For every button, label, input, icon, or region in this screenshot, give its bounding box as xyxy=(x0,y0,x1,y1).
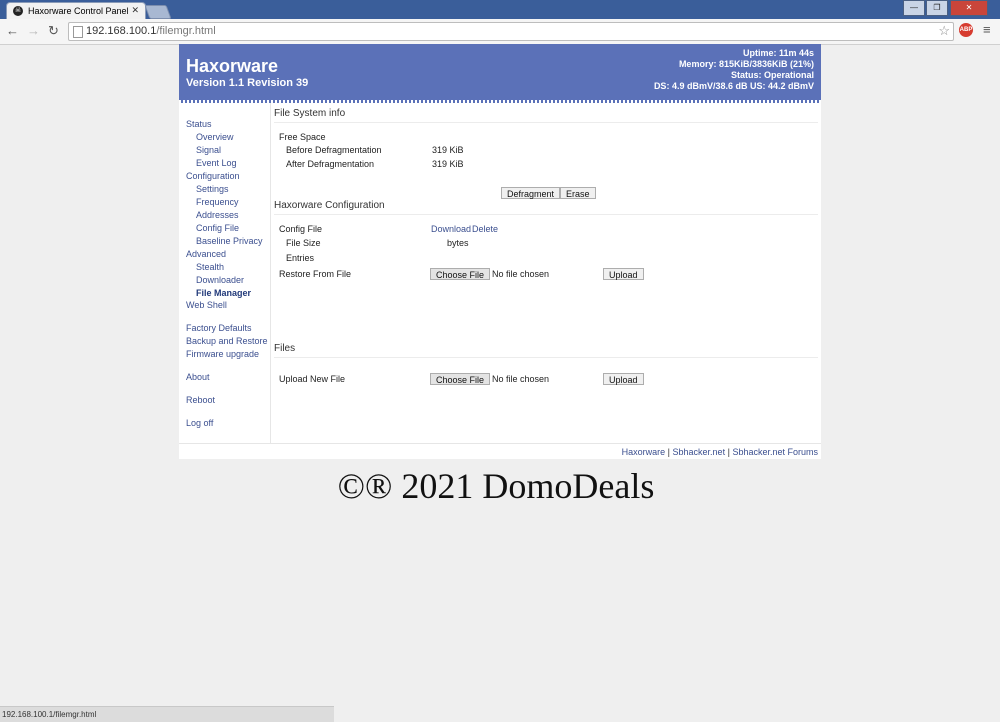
upload-choose-file-button[interactable]: Choose File xyxy=(430,373,491,385)
status-text: Status: Operational xyxy=(730,70,814,80)
file-size-unit: bytes xyxy=(447,238,469,248)
minimize-icon[interactable]: — xyxy=(903,0,925,16)
browser-tab[interactable]: ☠ Haxorware Control Panel ✕ xyxy=(6,2,146,20)
before-defrag-value: 319 KiB xyxy=(432,145,464,155)
haxorware-favicon-icon: ☠ xyxy=(13,6,23,16)
defragment-button[interactable]: Defragment xyxy=(501,187,561,199)
signal-text: DS: 4.9 dBmV/38.6 dB US: 44.2 dBmV xyxy=(653,81,814,91)
sidebar-item-config-file[interactable]: Config File xyxy=(196,223,239,233)
status-bar-url: 192.168.100.1/filemgr.html xyxy=(0,706,334,722)
restore-no-file-text: No file chosen xyxy=(492,269,550,279)
after-defrag-value: 319 KiB xyxy=(432,159,464,169)
sidebar-item-configuration[interactable]: Configuration xyxy=(186,171,240,181)
back-arrow-icon[interactable]: ← xyxy=(6,24,19,38)
free-space-label: Free Space xyxy=(279,132,326,142)
reload-icon[interactable]: ↻ xyxy=(48,24,59,38)
section-divider xyxy=(274,214,818,215)
footer-separator: | xyxy=(727,447,730,457)
sidebar-item-signal[interactable]: Signal xyxy=(196,145,221,155)
window-titlebar: ☠ Haxorware Control Panel ✕ — ❐ ✕ xyxy=(0,0,1000,20)
page-footer: Haxorware | Sbhacker.net | Sbhacker.net … xyxy=(179,443,821,460)
sidebar-item-event-log[interactable]: Event Log xyxy=(196,158,237,168)
bookmark-star-icon[interactable]: ☆ xyxy=(938,23,950,39)
entries-label: Entries xyxy=(286,253,315,263)
sidebar-item-file-manager[interactable]: File Manager xyxy=(196,288,251,298)
upload-no-file-text: No file chosen xyxy=(492,374,550,384)
watermark-text: ©® 2021 DomoDeals xyxy=(337,466,655,506)
sidebar-item-log-off[interactable]: Log off xyxy=(186,418,213,428)
section-divider xyxy=(274,357,818,358)
tab-close-icon[interactable]: ✕ xyxy=(131,5,139,16)
sidebar-item-advanced[interactable]: Advanced xyxy=(186,249,226,259)
footer-links: Haxorware | Sbhacker.net | Sbhacker.net … xyxy=(622,447,818,457)
sidebar-item-baseline-privacy[interactable]: Baseline Privacy xyxy=(196,236,263,246)
sidebar-item-status[interactable]: Status xyxy=(186,119,212,129)
sidebar-item-backup-restore[interactable]: Backup and Restore xyxy=(186,336,268,346)
new-tab-button[interactable] xyxy=(144,5,172,19)
upload-new-file-label: Upload New File xyxy=(279,374,346,384)
status-summary: Uptime: 11m 44s Memory: 815KiB/3836KiB (… xyxy=(654,48,814,92)
maximize-icon[interactable]: ❐ xyxy=(926,0,948,16)
memory-text: Memory: 815KiB/3836KiB (21%) xyxy=(678,59,814,69)
sidebar-item-frequency[interactable]: Frequency xyxy=(196,197,239,207)
upload-file-button[interactable]: Upload xyxy=(603,373,644,385)
footer-link-haxorware[interactable]: Haxorware xyxy=(622,447,666,457)
file-size-label: File Size xyxy=(286,238,321,248)
restore-upload-button[interactable]: Upload xyxy=(603,268,644,280)
tab-title: Haxorware Control Panel xyxy=(28,6,129,16)
address-bar[interactable]: 192.168.100.1/filemgr.html ☆ xyxy=(68,22,954,41)
sidebar-item-web-shell[interactable]: Web Shell xyxy=(186,300,227,310)
page-header: Haxorware Version 1.1 Revision 39 Uptime… xyxy=(179,44,821,103)
delete-link[interactable]: Delete xyxy=(472,224,498,234)
restore-choose-file-button[interactable]: Choose File xyxy=(430,268,491,280)
url-text[interactable]: 192.168.100.1/filemgr.html xyxy=(86,25,216,37)
sidebar-item-factory-defaults[interactable]: Factory Defaults xyxy=(186,323,252,333)
sidebar-item-settings[interactable]: Settings xyxy=(196,184,229,194)
sidebar-item-addresses[interactable]: Addresses xyxy=(196,210,239,220)
section-title-files: Files xyxy=(274,343,296,354)
sidebar-item-overview[interactable]: Overview xyxy=(196,132,234,142)
adblock-icon[interactable]: ABP xyxy=(959,23,973,37)
sidebar-item-stealth[interactable]: Stealth xyxy=(196,262,224,272)
section-title-fs-info: File System info xyxy=(274,108,346,119)
download-link[interactable]: Download xyxy=(431,224,471,234)
brand-title: Haxorware xyxy=(186,56,279,76)
page-icon xyxy=(73,26,83,38)
section-title-hx-config: Haxorware Configuration xyxy=(274,200,385,211)
erase-button[interactable]: Erase xyxy=(560,187,596,199)
section-divider xyxy=(274,122,818,123)
page-container: Haxorware Version 1.1 Revision 39 Uptime… xyxy=(179,44,821,459)
sidebar-item-about[interactable]: About xyxy=(186,372,210,382)
uptime-text: Uptime: 11m 44s xyxy=(742,48,814,58)
main-content: File System info Free Space Before Defra… xyxy=(271,103,821,443)
sidebar-item-firmware-upgrade[interactable]: Firmware upgrade xyxy=(186,349,259,359)
browser-menu-icon[interactable]: ≡ xyxy=(983,22,991,37)
forward-arrow-icon[interactable]: → xyxy=(27,24,40,38)
config-file-label: Config File xyxy=(279,224,323,234)
footer-link-sbhacker[interactable]: Sbhacker.net xyxy=(673,447,726,457)
footer-link-forums[interactable]: Sbhacker.net Forums xyxy=(732,447,818,457)
after-defrag-label: After Defragmentation xyxy=(286,159,375,169)
sidebar-nav: Status Overview Signal Event Log Configu… xyxy=(179,103,271,443)
version-label: Version 1.1 Revision 39 xyxy=(186,77,309,89)
sidebar-item-reboot[interactable]: Reboot xyxy=(186,395,215,405)
window-close-icon[interactable]: ✕ xyxy=(950,0,988,16)
before-defrag-label: Before Defragmentation xyxy=(286,145,382,155)
restore-from-file-label: Restore From File xyxy=(279,269,352,279)
browser-toolbar: ← → ↻ 192.168.100.1/filemgr.html ☆ xyxy=(0,19,1000,45)
sidebar-item-downloader[interactable]: Downloader xyxy=(196,275,244,285)
footer-separator: | xyxy=(667,447,671,457)
